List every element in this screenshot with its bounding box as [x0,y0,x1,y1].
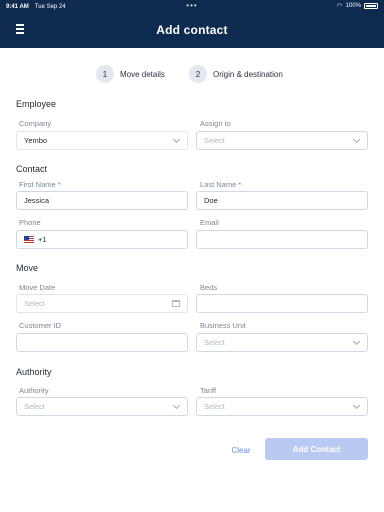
authority-label: Authority [19,386,49,395]
battery-icon [364,3,378,9]
business-unit-select[interactable]: Select [196,333,368,352]
assign-to-select[interactable]: Select [196,131,368,150]
tariff-placeholder: Select [204,402,225,411]
last-name-label: Last Name * [200,180,242,189]
battery-percent: 100% [345,3,361,9]
company-label: Company [19,119,52,128]
customer-id-field[interactable] [16,333,188,352]
business-unit-label: Business Unit [200,321,246,330]
phone-country-code: +1 [38,235,47,244]
first-name-value: Jessica [24,196,50,205]
last-name-field[interactable]: Doe [196,191,368,210]
status-date: Tue Sep 24 [34,4,66,10]
tariff-select[interactable]: Select [196,397,368,416]
email-field[interactable] [196,230,368,249]
step-move-details[interactable]: 1 Move details [96,65,165,83]
section-title-move: Move [16,263,39,273]
move-date-label: Move Date [19,283,56,292]
chevron-down-icon [352,337,361,346]
step-label: Origin & destination [213,69,283,79]
first-name-field[interactable]: Jessica [16,191,188,210]
status-right: ◠ 100% [337,2,378,10]
tariff-label: Tariff [200,386,217,395]
clear-button[interactable]: Clear [226,440,256,460]
section-title-contact: Contact [16,164,48,174]
step-number: 1 [96,65,114,83]
first-name-label: First Name * [19,180,61,189]
move-date-placeholder: Select [24,299,45,308]
step-origin-destination[interactable]: 2 Origin & destination [189,65,283,83]
email-label: Email [200,218,219,227]
beds-field[interactable] [196,294,368,313]
assign-to-label: Assign to [200,119,231,128]
status-time: 9:41 AM [6,4,29,10]
stepper: 1 Move details 2 Origin & destination [0,64,384,84]
chevron-down-icon [172,135,181,144]
app-header: 9:41 AM Tue Sep 24 ••• ◠ 100% Add contac… [0,0,384,48]
chevron-down-icon [352,135,361,144]
multitask-dots-icon: ••• [186,1,198,10]
step-label: Move details [120,69,165,79]
customer-id-label: Customer ID [19,321,62,330]
status-bar: 9:41 AM Tue Sep 24 ••• ◠ 100% [6,2,378,12]
business-unit-placeholder: Select [204,338,225,347]
authority-placeholder: Select [24,402,45,411]
page-title: Add contact [156,23,228,37]
calendar-icon[interactable] [172,300,180,307]
last-name-value: Doe [204,196,218,205]
phone-field[interactable]: +1 [16,230,188,249]
add-contact-button[interactable]: Add Contact [265,438,368,460]
section-title-authority: Authority [16,367,52,377]
company-select[interactable]: Yembo [16,131,188,150]
step-number: 2 [189,65,207,83]
chevron-down-icon [352,401,361,410]
section-title-employee: Employee [16,99,57,109]
assign-to-placeholder: Select [204,136,225,145]
us-flag-icon[interactable] [24,236,34,243]
move-date-picker[interactable]: Select [16,294,188,313]
phone-label: Phone [19,218,41,227]
authority-select[interactable]: Select [16,397,188,416]
wifi-icon: ◠ [336,3,343,10]
chevron-down-icon [172,401,181,410]
beds-label: Beds [200,283,218,292]
company-value: Yembo [24,136,48,145]
